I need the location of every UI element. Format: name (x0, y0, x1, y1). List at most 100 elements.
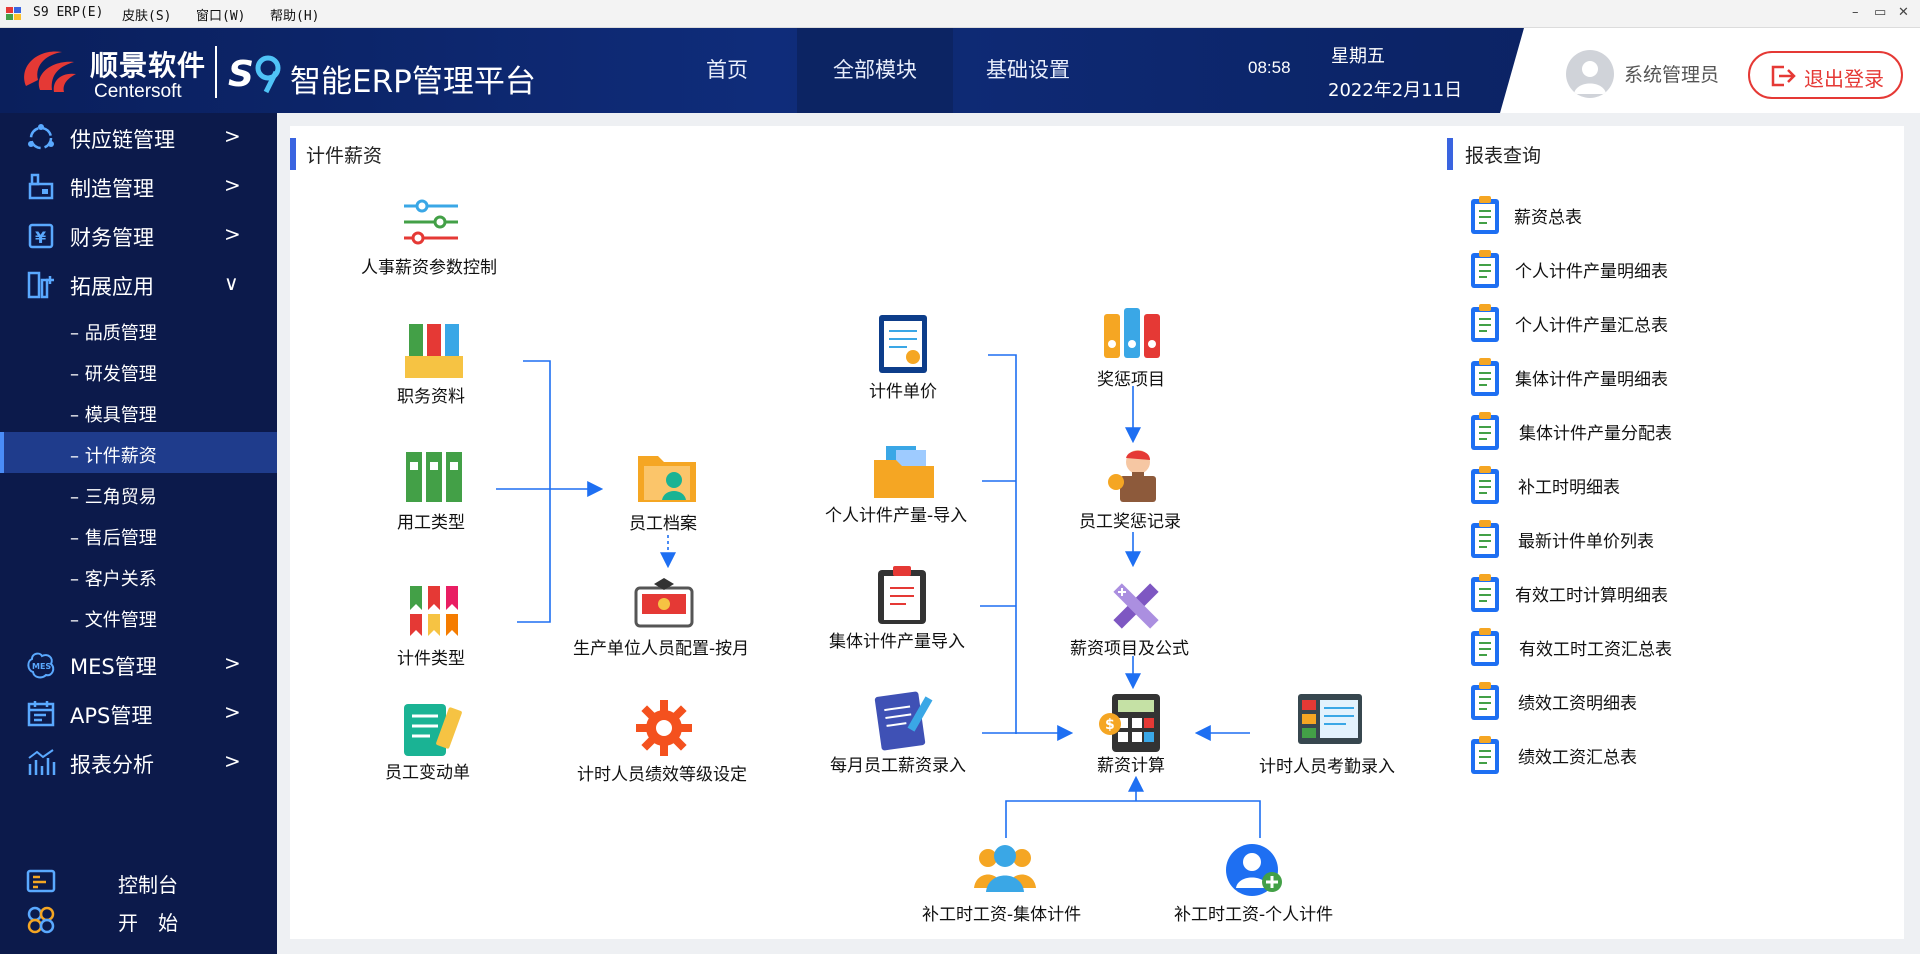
sidebar-console[interactable]: 控制台 (0, 863, 277, 899)
node-reward-item[interactable]: 奖惩项目 (1092, 306, 1178, 392)
gear-icon (636, 700, 692, 756)
sidebar-subitem-text: 售后管理 (84, 528, 157, 549)
node-production-config[interactable]: 生产单位人员配置-按月 (572, 574, 768, 660)
sidebar-subitem-mold[interactable]: – 模具管理 (0, 391, 277, 432)
sidebar-item-supply-chain[interactable]: 供应链管理 > (0, 113, 277, 161)
clock-time: 08:58 (1248, 58, 1291, 77)
node-hr-salary-params[interactable]: 人事薪资参数控制 (360, 196, 500, 282)
node-makeup-group[interactable]: 补工时工资-集体计件 (920, 842, 1090, 928)
logout-icon (1771, 65, 1796, 87)
window-titlebar: S9 ERP(E) 皮肤(S) 窗口(W) 帮助(H) – ▭ ✕ (0, 0, 1920, 28)
supply-chain-icon (28, 124, 54, 150)
username[interactable]: 系统管理员 (1624, 60, 1719, 87)
report-item[interactable]: 最新计件单价列表 (1468, 519, 1868, 561)
sidebar-subitem-label: – 研发管理 (70, 364, 157, 385)
node-work-type[interactable]: 用工类型 (390, 448, 480, 534)
logout-label: 退出登录 (1804, 67, 1884, 91)
menu-s9erp[interactable]: S9 ERP(E) (33, 5, 103, 20)
report-clipboard-icon (1471, 736, 1499, 774)
report-item[interactable]: 集体计件产量明细表 (1468, 357, 1868, 399)
sidebar-item-mes[interactable]: MES MES管理 > (0, 640, 277, 688)
app-icon (6, 7, 21, 20)
node-group-import[interactable]: 集体计件产量导入 (826, 564, 982, 652)
node-monthly-salary[interactable]: 每月员工薪资录入 (826, 690, 982, 776)
report-label: 集体计件产量明细表 (1515, 370, 1668, 390)
report-item[interactable]: 有效工时计算明细表 (1468, 573, 1868, 615)
node-label: 计件类型 (397, 649, 465, 669)
sidebar-item-aps[interactable]: APS管理 > (0, 689, 277, 737)
report-item[interactable]: 有效工时工资汇总表 (1468, 627, 1868, 669)
menu-skin[interactable]: 皮肤(S) (122, 5, 171, 24)
sidebar-item-label: MES管理 (70, 655, 157, 679)
report-label: 个人计件产量汇总表 (1515, 316, 1668, 336)
sidebar-item-manufacturing[interactable]: 制造管理 > (0, 162, 277, 210)
node-reward-record[interactable]: 员工奖惩记录 (1072, 446, 1198, 532)
node-salary-formula[interactable]: 薪资项目及公式 (1066, 576, 1202, 662)
node-piece-type[interactable]: 计件类型 (390, 584, 480, 670)
node-label: 薪资计算 (1097, 756, 1165, 776)
report-item[interactable]: 绩效工资明细表 (1468, 681, 1868, 723)
minimize-button[interactable]: – (1852, 5, 1859, 20)
report-item[interactable]: 补工时明细表 (1468, 465, 1868, 507)
sidebar-subitem-quality[interactable]: – 品质管理 (0, 309, 277, 350)
sidebar-item-finance[interactable]: ¥ 财务管理 > (0, 211, 277, 259)
sidebar-subitem-text: 品质管理 (84, 323, 157, 344)
sidebar-subitem-label: – 三角贸易 (70, 487, 157, 508)
sidebar-subitem-label: – 文件管理 (70, 610, 157, 631)
nav-basic-settings[interactable]: 基础设置 (960, 28, 1096, 113)
file-folder-icon (874, 446, 934, 498)
node-personal-import[interactable]: 个人计件产量-导入 (822, 444, 988, 530)
menu-window[interactable]: 窗口(W) (196, 5, 245, 24)
menu-help[interactable]: 帮助(H) (270, 5, 319, 24)
node-label: 每月员工薪资录入 (830, 756, 966, 776)
sidebar-item-extend-apps[interactable]: 拓展应用 ∨ (0, 260, 277, 308)
sidebar-item-report-analysis[interactable]: 报表分析 > (0, 738, 277, 786)
report-label: 有效工时计算明细表 (1515, 586, 1668, 606)
node-label: 个人计件产量-导入 (825, 506, 968, 526)
report-clipboard-icon (1471, 358, 1499, 396)
restore-button[interactable]: ▭ (1874, 5, 1886, 20)
logout-button[interactable]: 退出登录 (1748, 51, 1903, 99)
node-label: 计件单价 (869, 382, 937, 402)
node-salary-calc[interactable]: $ 薪资计算 (1090, 692, 1180, 778)
node-attendance[interactable]: 计时人员考勤录入 (1256, 692, 1400, 778)
chevron-right-icon: > (224, 700, 241, 724)
section-title: 计件薪资 (306, 145, 383, 167)
sidebar-subitem-piece-salary[interactable]: – 计件薪资 (0, 432, 277, 473)
sidebar-subitem-after-sales[interactable]: – 售后管理 (0, 514, 277, 555)
salary-notebook-icon (874, 691, 933, 751)
svg-text:S: S (228, 54, 254, 94)
change-form-icon (404, 704, 462, 756)
report-item[interactable]: 集体计件产量分配表 (1468, 411, 1868, 453)
node-label: 员工档案 (629, 514, 697, 534)
ruler-pencil-icon (1113, 583, 1159, 629)
node-job-info[interactable]: 职务资料 (390, 320, 480, 407)
nav-home[interactable]: 首页 (672, 28, 782, 113)
sidebar-subitem-rnd[interactable]: – 研发管理 (0, 350, 277, 391)
report-label: 有效工时工资汇总表 (1519, 640, 1672, 660)
chevron-right-icon: > (224, 749, 241, 773)
report-analysis-icon (28, 749, 56, 775)
report-item[interactable]: 绩效工资汇总表 (1468, 735, 1868, 777)
node-employee-change[interactable]: 员工变动单 (382, 698, 492, 784)
node-label: 薪资项目及公式 (1070, 639, 1189, 659)
node-employee-file[interactable]: 员工档案 (620, 448, 720, 534)
sidebar-subitem-triangle-trade[interactable]: – 三角贸易 (0, 473, 277, 514)
close-button[interactable]: ✕ (1898, 5, 1909, 20)
sidebar-subitem-crm[interactable]: – 客户关系 (0, 555, 277, 596)
node-performance-grade[interactable]: 计时人员绩效等级设定 (574, 698, 760, 785)
report-item[interactable]: 个人计件产量汇总表 (1468, 303, 1868, 345)
brand-divider (215, 46, 217, 98)
report-item[interactable]: 个人计件产量明细表 (1468, 249, 1868, 291)
sidebar-subitem-documents[interactable]: – 文件管理 (0, 596, 277, 637)
sidebar-subitem-label: – 客户关系 (70, 569, 157, 590)
report-item[interactable]: 薪资总表 (1468, 195, 1868, 237)
sidebar-start[interactable]: 开 始 (0, 901, 277, 937)
nav-all-modules[interactable]: 全部模块 (797, 28, 953, 113)
node-makeup-personal[interactable]: 补工时工资-个人计件 (1172, 842, 1342, 928)
chevron-right-icon: > (224, 124, 241, 148)
avatar[interactable] (1566, 50, 1614, 98)
svg-text:MES: MES (32, 662, 51, 671)
node-piece-price[interactable]: 计件单价 (862, 313, 948, 402)
sidebar-subitem-label: – 品质管理 (70, 323, 157, 344)
